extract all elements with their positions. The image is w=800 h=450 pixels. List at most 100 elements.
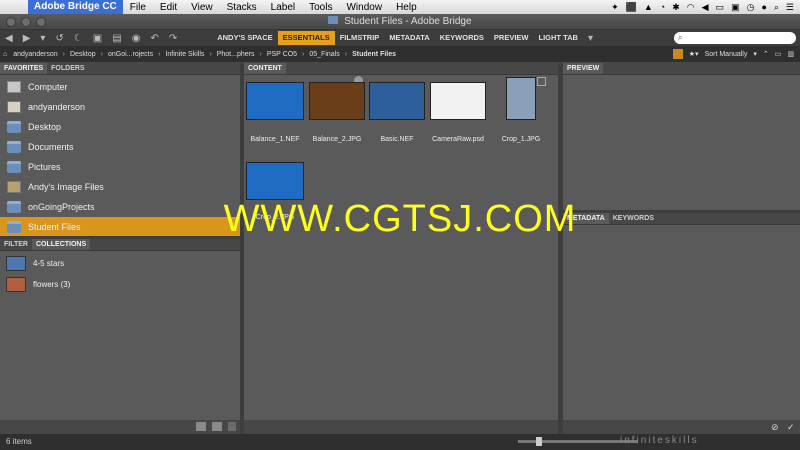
thumbnail-item[interactable]: Crop_1.JPG [490,77,552,143]
workspace-menu-icon[interactable]: ▾ [583,33,598,44]
status-icon[interactable]: ▣ [731,2,740,13]
tab-preview[interactable]: PREVIEW [563,63,604,74]
app-menu[interactable]: Adobe Bridge CC [28,0,123,14]
folder-icon [7,161,21,173]
workspace-preview[interactable]: PREVIEW [489,31,534,45]
camera-icon[interactable]: ▣ [88,33,107,44]
thumbnail-item[interactable]: Balance_2.JPG [306,82,368,143]
tab-favorites[interactable]: FAVORITES [0,63,48,74]
sort-label[interactable]: Sort Manually [705,51,748,58]
smart-collection-icon [6,256,26,271]
ascending-order-icon[interactable]: ⌃ [763,50,769,58]
breadcrumb-item[interactable]: Infinite Skills [162,51,207,58]
breadcrumb-item[interactable]: onGoi...rojects [105,51,156,58]
status-icon[interactable]: ✱ [672,2,680,13]
rotate-right-icon[interactable]: ↷ [164,33,182,44]
home-icon[interactable]: ⌂ [0,51,10,58]
delete-icon[interactable]: ▥ [787,50,794,58]
thumbnail-image [506,77,536,120]
minimize-window-button[interactable] [21,17,31,27]
path-bar: ⌂ andyanderson › Desktop › onGoi...rojects… [0,46,800,62]
no-entry-icon[interactable]: ⊘ [771,422,779,433]
tab-folders[interactable]: FOLDERS [47,63,88,74]
sort-dropdown-icon[interactable]: ▾ [753,50,757,58]
status-icon[interactable]: ✦ [611,2,619,13]
zoom-window-button[interactable] [36,17,46,27]
search-icon: ⌕ [678,33,683,42]
status-icon[interactable]: ⬛ [626,2,637,13]
user-icon[interactable]: ● [761,2,766,12]
new-collection-icon[interactable] [212,422,222,431]
favorites-tabs: FAVORITES FOLDERS [0,63,240,75]
thumbnail-image [246,82,304,120]
favorite-desktop[interactable]: Desktop [0,117,240,137]
panel-divider[interactable] [240,63,244,434]
thumbnail-item[interactable]: Basic.NEF [366,82,428,143]
favorite-home[interactable]: andyanderson [0,97,240,117]
breadcrumb-item[interactable]: 05_Finals [306,51,342,58]
slider-handle[interactable] [536,437,542,446]
collection-item[interactable]: 4-5 stars [0,253,240,274]
menu-window[interactable]: Window [339,2,389,13]
delete-collection-icon[interactable] [228,422,236,431]
favorite-documents[interactable]: Documents [0,137,240,157]
menu-file[interactable]: File [123,2,153,13]
battery-icon[interactable]: ▭ [716,2,725,13]
workspace-metadata[interactable]: METADATA [384,31,434,45]
window-controls [6,17,46,27]
wifi-icon[interactable]: ◠ [687,2,695,13]
recent-folders-icon[interactable]: ▾ [35,33,50,44]
breadcrumb-item[interactable]: PSP CO5 [264,51,300,58]
workspace-light-table[interactable]: LIGHT TAB [534,31,583,45]
return-to-photoshop-icon[interactable]: ↺ [50,33,68,44]
new-smart-collection-icon[interactable] [196,422,206,431]
tab-content[interactable]: CONTENT [244,63,286,74]
status-icon[interactable]: ◔ [660,2,665,12]
breadcrumb-current[interactable]: Student Files [349,51,399,58]
menu-bar: Adobe Bridge CC File Edit View Stacks La… [0,0,800,14]
menu-edit[interactable]: Edit [153,2,184,13]
collections-footer [0,420,240,434]
favorite-andys-image-files[interactable]: Andy's Image Files [0,177,240,197]
menu-view[interactable]: View [184,2,220,13]
checkmark-icon[interactable]: ✓ [787,422,795,433]
notifications-icon[interactable]: ☰ [786,2,794,13]
reveal-recent-icon[interactable]: ☾ [69,33,88,44]
workspace-essentials[interactable]: ESSENTIALS [277,31,335,45]
menu-stacks[interactable]: Stacks [220,2,264,13]
rating-filter-icon[interactable]: ★▾ [689,50,699,58]
workspace-keywords[interactable]: KEYWORDS [435,31,489,45]
open-in-camera-raw-icon[interactable]: ◉ [127,33,146,44]
back-icon[interactable]: ◀ [0,33,18,44]
volume-icon[interactable]: ◀ [702,2,709,13]
quality-icon[interactable] [672,49,683,59]
spotlight-icon[interactable]: ⌕ [774,2,779,13]
status-icon[interactable]: ◷ [747,2,755,13]
folder-icon [328,16,339,24]
forward-icon[interactable]: ▶ [18,33,36,44]
thumbnail-item[interactable]: Balance_1.NEF [244,82,306,143]
watermark-logo: infiniteskills [620,435,699,446]
new-folder-icon[interactable]: ▭ [775,50,782,58]
workspace-filmstrip[interactable]: FILMSTRIP [335,31,385,45]
menu-label[interactable]: Label [264,2,302,13]
preview-tabs: PREVIEW [563,63,800,75]
user-folder-icon [7,181,21,193]
breadcrumb-item[interactable]: Desktop [67,51,99,58]
menu-help[interactable]: Help [389,2,424,13]
thumbnail-item[interactable]: CameraRaw.psd [427,82,489,143]
metadata-panel: METADATA KEYWORDS [563,213,800,420]
menu-tools[interactable]: Tools [302,2,339,13]
content-footer [244,420,558,434]
favorite-computer[interactable]: Computer [0,77,240,97]
status-icon[interactable]: ▲ [644,2,653,12]
rotate-left-icon[interactable]: ↶ [145,33,163,44]
close-window-button[interactable] [6,17,16,27]
breadcrumb-item[interactable]: Phot...phers [214,51,258,58]
refine-icon[interactable]: ▤ [107,33,126,44]
search-input[interactable]: ⌕ [674,32,796,44]
breadcrumb-item[interactable]: andyanderson [10,51,60,58]
favorite-pictures[interactable]: Pictures [0,157,240,177]
workspace-andys-space[interactable]: ANDY'S SPACE [212,31,277,45]
collection-item[interactable]: flowers (3) [0,274,240,295]
